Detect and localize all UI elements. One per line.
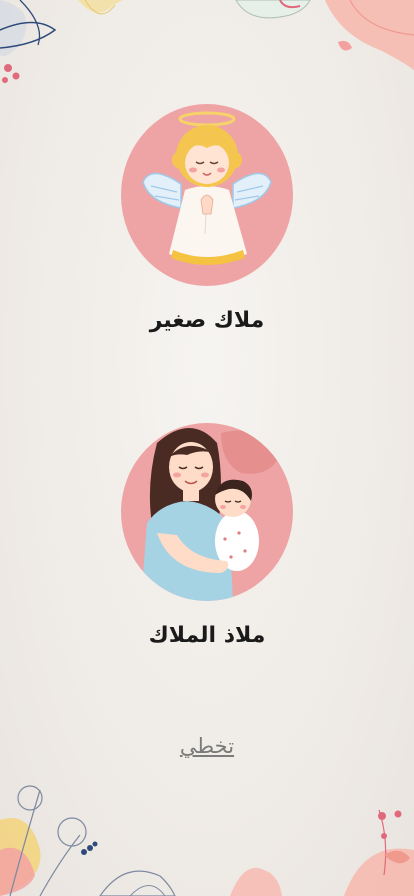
angel-icon — [121, 104, 293, 286]
floral-top-right-decoration — [235, 0, 414, 70]
option-label: ملاك صغير — [149, 308, 265, 333]
option-label: ملاذ الملاك — [148, 623, 266, 648]
floral-bottom-right-decoration — [230, 809, 414, 896]
skip-link[interactable]: تخطي — [0, 734, 414, 758]
mother-baby-icon — [121, 423, 293, 601]
option-angel-haven[interactable]: ملاذ الملاك — [0, 423, 414, 648]
option-little-angel[interactable]: ملاك صغير — [0, 104, 414, 333]
floral-top-left-decoration — [0, 0, 140, 83]
floral-bottom-left-decoration — [0, 785, 176, 896]
